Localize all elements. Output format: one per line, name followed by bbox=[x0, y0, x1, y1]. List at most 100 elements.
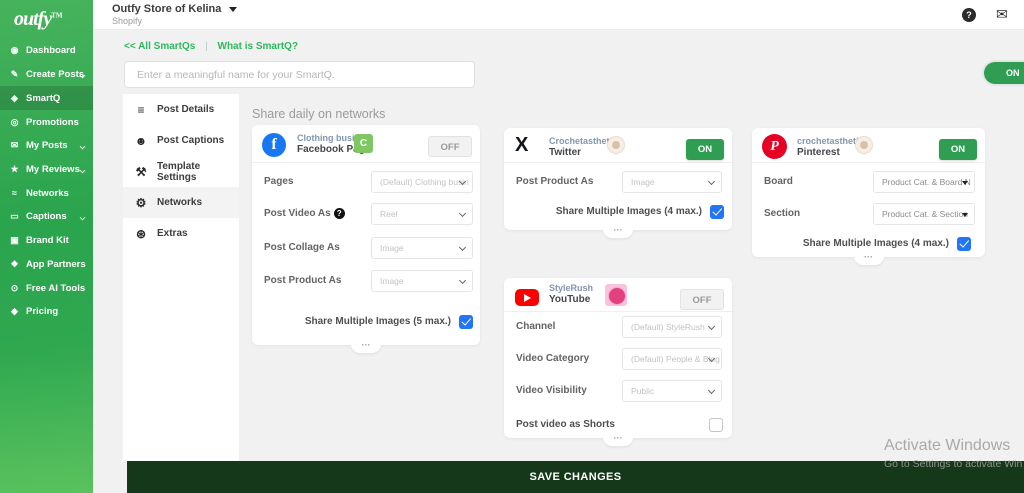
caret-down-icon bbox=[962, 213, 968, 217]
twitter-post-product-row: Post Product As Image bbox=[516, 171, 722, 193]
post-product-as-label: Post Product As bbox=[264, 275, 342, 286]
caret-down-icon bbox=[229, 7, 238, 12]
facebook-card-expand[interactable]: ··· bbox=[351, 341, 381, 353]
facebook-post-product-dropdown[interactable]: Image bbox=[371, 270, 473, 292]
facebook-avatar: C bbox=[354, 134, 373, 153]
chevron-down-icon bbox=[707, 177, 716, 186]
post-product-as-label: Post Product As bbox=[516, 176, 594, 187]
store-platform: Shopify bbox=[112, 16, 143, 26]
pinterest-toggle[interactable]: ON bbox=[939, 139, 977, 160]
mail-icon[interactable]: ✉ bbox=[996, 6, 1008, 23]
pinterest-card-expand[interactable]: ··· bbox=[853, 253, 884, 265]
chevron-down-icon bbox=[79, 214, 86, 221]
dashboard-icon: ◉ bbox=[10, 45, 19, 56]
youtube-channel-dropdown[interactable]: (Default) StyleRush bbox=[622, 316, 722, 338]
ai-tools-icon: ⊙ bbox=[10, 282, 19, 293]
chevron-down-icon bbox=[79, 167, 86, 173]
all-smartqs-link[interactable]: << All SmartQs bbox=[124, 41, 195, 52]
post-video-as-shorts-label: Post video as Shorts bbox=[516, 419, 615, 430]
pinterest-section-select[interactable]: Product Cat. & Section bbox=[873, 203, 975, 225]
sidebar-item-captions[interactable]: ▭ Captions bbox=[0, 205, 93, 229]
sidebar-item-smartq[interactable]: ◈ SmartQ bbox=[0, 86, 93, 111]
youtube-video-visibility-row: Video Visibility Public bbox=[516, 380, 722, 402]
pages-label: Pages bbox=[264, 176, 294, 187]
smartq-name-input[interactable] bbox=[124, 61, 475, 88]
twitter-avatar bbox=[607, 136, 625, 154]
twitter-post-product-dropdown[interactable]: Image bbox=[622, 171, 722, 193]
chevron-down-icon bbox=[707, 386, 716, 395]
sidebar-item-promotions[interactable]: ◎ Promotions bbox=[0, 110, 93, 134]
sidebar-nav: ◉ Dashboard ✎ Create Posts ◈ SmartQ ◎ Promot… bbox=[0, 39, 93, 324]
menu-item-label: Post Captions bbox=[157, 135, 225, 146]
sidebar-item-create-posts[interactable]: ✎ Create Posts bbox=[0, 63, 93, 87]
sliders-icon: ≡ bbox=[137, 102, 145, 117]
sidebar-item-networks[interactable]: ≈ Networks bbox=[0, 181, 93, 205]
facebook-post-video-dropdown[interactable]: Reel bbox=[371, 203, 473, 225]
facebook-share-multiple-checkbox[interactable] bbox=[459, 314, 473, 329]
help-icon[interactable]: ? bbox=[962, 8, 976, 22]
app-window: outfyTM ◉ Dashboard ✎ Create Posts ◈ SmartQ… bbox=[0, 0, 1024, 493]
smartq-master-toggle[interactable]: ON bbox=[984, 62, 1024, 84]
facebook-toggle[interactable]: OFF bbox=[428, 136, 472, 157]
sidebar-item-free-ai-tools[interactable]: ⊙ Free AI Tools bbox=[0, 276, 93, 300]
question-help-icon[interactable]: ? bbox=[333, 208, 345, 219]
sidebar: outfyTM ◉ Dashboard ✎ Create Posts ◈ SmartQ… bbox=[0, 0, 93, 493]
menu-item-label: Networks bbox=[157, 197, 203, 208]
menu-item-template-settings[interactable]: ⚒ Template Settings bbox=[123, 156, 239, 187]
sidebar-item-brand-kit[interactable]: ▣ Brand Kit bbox=[0, 229, 93, 253]
channel-label: Channel bbox=[516, 321, 556, 332]
pinterest-share-multiple-checkbox[interactable] bbox=[957, 236, 971, 251]
price-tag-icon: ◆ bbox=[11, 306, 18, 317]
youtube-card-expand[interactable]: ··· bbox=[603, 434, 633, 446]
dropdown-value: (Default) Clothing busin bbox=[380, 177, 469, 187]
dropdown-value: (Default) StyleRush bbox=[631, 322, 705, 332]
envelope-icon: ✉ bbox=[10, 140, 19, 151]
twitter-x-icon: X bbox=[515, 134, 529, 156]
twitter-share-multiple-checkbox[interactable] bbox=[710, 204, 724, 219]
youtube-toggle[interactable]: OFF bbox=[680, 289, 724, 310]
pinterest-card: P crochetasthetic Pinterest ON Board Pro… bbox=[752, 128, 985, 265]
sidebar-item-label: App Partners bbox=[26, 258, 86, 270]
topbar: Outfy Store of Kelina Shopify ? ✉ bbox=[93, 0, 1024, 30]
youtube-video-category-dropdown[interactable]: (Default) People & Blog bbox=[622, 348, 722, 370]
menu-item-label: Extras bbox=[157, 228, 188, 239]
post-collage-as-label: Post Collage As bbox=[264, 242, 340, 253]
menu-item-post-captions[interactable]: ☻ Post Captions bbox=[123, 125, 239, 156]
twitter-card-expand[interactable]: ··· bbox=[603, 226, 633, 238]
pinterest-board-select[interactable]: Product Cat. & Board N bbox=[873, 171, 975, 193]
sidebar-item-my-reviews[interactable]: ★ My Reviews bbox=[0, 158, 93, 182]
menu-item-extras[interactable]: ⊛ Extras bbox=[123, 218, 239, 249]
facebook-post-collage-dropdown[interactable]: Image bbox=[371, 237, 473, 259]
chevron-down-icon bbox=[79, 143, 86, 150]
section-label: Section bbox=[764, 208, 801, 219]
chevron-down-icon bbox=[707, 322, 716, 331]
sidebar-item-dashboard[interactable]: ◉ Dashboard bbox=[0, 39, 93, 63]
star-icon: ★ bbox=[10, 163, 19, 174]
sidebar-item-app-partners[interactable]: ❖ App Partners bbox=[0, 252, 93, 276]
wrench-icon: ⚙ bbox=[135, 195, 147, 210]
facebook-pages-dropdown[interactable]: (Default) Clothing busin bbox=[371, 171, 473, 193]
pinterest-share-multiple-row: Share Multiple Images (4 max.) bbox=[764, 236, 971, 251]
pinterest-avatar bbox=[855, 136, 873, 154]
box-icon: ▣ bbox=[10, 235, 19, 246]
breadcrumb-separator: | bbox=[205, 41, 208, 52]
youtube-video-visibility-dropdown[interactable]: Public bbox=[622, 380, 722, 402]
twitter-toggle[interactable]: ON bbox=[686, 139, 724, 160]
youtube-shorts-checkbox[interactable] bbox=[709, 417, 723, 432]
share-multiple-label: Share Multiple Images (5 max.) bbox=[304, 316, 451, 327]
facebook-share-multiple-row: Share Multiple Images (5 max.) bbox=[264, 314, 473, 329]
menu-item-networks[interactable]: ⚙ Networks bbox=[123, 187, 239, 218]
post-video-as-label: Post Video As? bbox=[264, 208, 345, 219]
sidebar-item-pricing[interactable]: ◆ Pricing bbox=[0, 300, 93, 324]
sidebar-item-my-posts[interactable]: ✉ My Posts bbox=[0, 134, 93, 158]
sidebar-item-label: Captions bbox=[26, 211, 67, 223]
sidebar-item-label: SmartQ bbox=[26, 92, 61, 104]
store-selector[interactable]: Outfy Store of Kelina bbox=[112, 3, 238, 15]
menu-item-post-details[interactable]: ≡ Post Details bbox=[123, 94, 239, 125]
twitter-card-header: X Crochetasthetic Twitter ON bbox=[504, 128, 732, 163]
facebook-icon: f bbox=[262, 133, 286, 157]
breadcrumb: << All SmartQs | What is SmartQ? bbox=[124, 41, 298, 52]
what-is-smartq-link[interactable]: What is SmartQ? bbox=[218, 41, 299, 52]
youtube-card: StyleRush YouTube OFF Channel (Default) … bbox=[504, 278, 732, 446]
sidebar-item-label: Free AI Tools bbox=[26, 282, 86, 294]
